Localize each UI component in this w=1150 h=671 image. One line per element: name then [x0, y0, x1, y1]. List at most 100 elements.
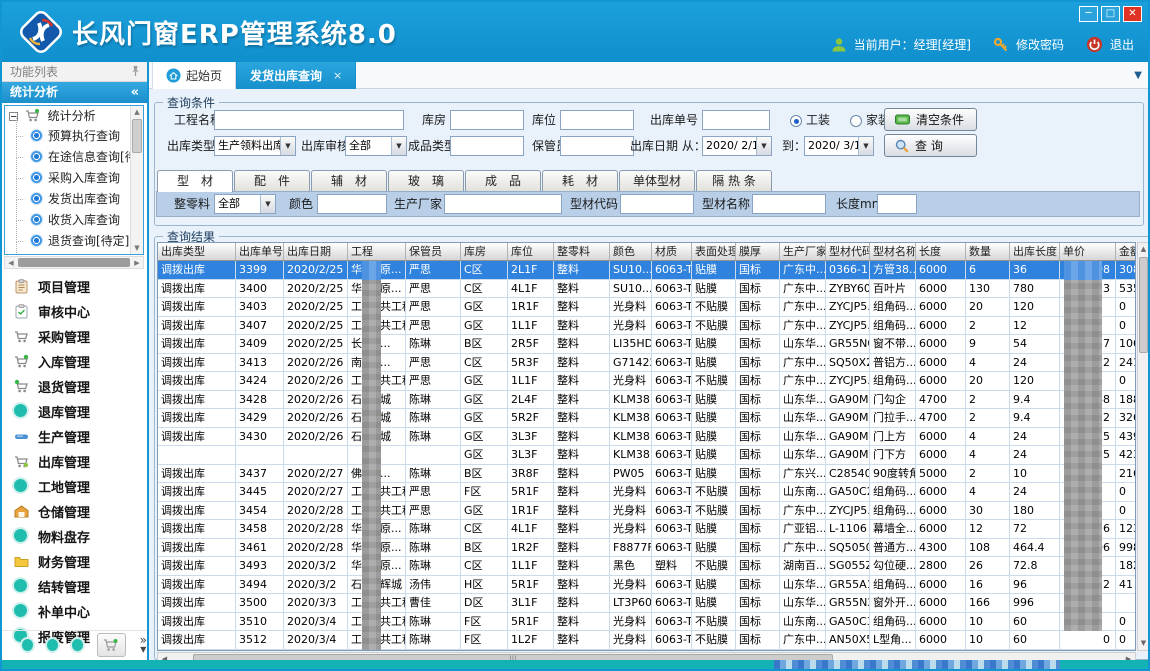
- column-header[interactable]: 膜厚: [736, 243, 780, 260]
- material-tab[interactable]: 成 品: [465, 170, 541, 191]
- column-header[interactable]: 型材代码: [826, 243, 870, 260]
- grid-vertical-scrollbar[interactable]: ▲ ▼: [1137, 242, 1148, 651]
- tree-item[interactable]: 预算执行查询: [5, 126, 143, 147]
- column-header[interactable]: 颜色: [610, 243, 652, 260]
- column-header[interactable]: 保管员: [406, 243, 461, 260]
- tab-shipping-outbound-query[interactable]: 发货出库查询 ×: [236, 62, 356, 89]
- tree-item[interactable]: 退货查询[待定]: [5, 231, 143, 252]
- column-header[interactable]: 出库类型: [158, 243, 236, 260]
- column-header[interactable]: 金额: [1116, 243, 1136, 260]
- tree-item[interactable]: 采购入库查询: [5, 168, 143, 189]
- tree-item[interactable]: 退库管理[待定]: [5, 252, 143, 255]
- cart-shortcut-button[interactable]: [97, 633, 126, 657]
- column-header[interactable]: 出库长度: [1010, 243, 1060, 260]
- sidebar-module-结转管理[interactable]: 结转管理: [2, 574, 147, 599]
- close-button[interactable]: ✕: [1123, 6, 1142, 22]
- table-row[interactable]: 调拨出库34582020/2/28华原...陈琳C区4L1F整料光身料6063-…: [158, 520, 1136, 539]
- sidebar-module-工地管理[interactable]: 工地管理: [2, 474, 147, 499]
- tab-home[interactable]: 起始页: [152, 62, 236, 89]
- sidebar-module-财务管理[interactable]: 财务管理: [2, 549, 147, 574]
- column-header[interactable]: 材质: [652, 243, 692, 260]
- material-tab[interactable]: 辅 材: [311, 170, 387, 191]
- radio-icon[interactable]: [850, 115, 862, 127]
- table-row[interactable]: 调拨出库34002020/2/25华原...严思C区4L1F整料SU10...6…: [158, 280, 1136, 299]
- minimize-button[interactable]: ─: [1079, 6, 1098, 22]
- material-tab[interactable]: 型 材: [157, 170, 233, 192]
- table-row[interactable]: 调拨出库34132020/2/26南...严思C区5R3F整料G71422606…: [158, 354, 1136, 373]
- module-dot-button[interactable]: [72, 639, 83, 651]
- radio-selected-icon[interactable]: [790, 115, 802, 127]
- table-row[interactable]: 调拨出库34932020/3/2华原...陈琳C区1L1F整料黑色塑料不贴膜国标…: [158, 557, 1136, 576]
- scroll-right-icon[interactable]: ▶: [131, 259, 143, 267]
- search-button[interactable]: 查 询: [884, 134, 977, 157]
- material-tab[interactable]: 耗 材: [542, 170, 618, 191]
- column-header[interactable]: 库房: [461, 243, 508, 260]
- table-row[interactable]: 调拨出库33992020/2/25华原...严思C区2L1F整料SU10...6…: [158, 261, 1136, 280]
- table-row[interactable]: G区3L3F整料KLM38176063-T5贴膜国标山东华...GA90M09.…: [158, 446, 1136, 465]
- module-dot-button[interactable]: [22, 639, 33, 651]
- sidebar-module-采购管理[interactable]: 采购管理: [2, 324, 147, 349]
- material-tab[interactable]: 配 件: [234, 170, 310, 191]
- part-select[interactable]: 全部▼: [214, 194, 276, 214]
- table-row[interactable]: 调拨出库34302020/2/26石城陈琳G区3L3F整料KLM38176063…: [158, 428, 1136, 447]
- sidebar-module-补单中心[interactable]: 补单中心: [2, 599, 147, 624]
- column-header[interactable]: 长度: [916, 243, 966, 260]
- maximize-button[interactable]: □: [1101, 6, 1120, 22]
- sidebar-module-入库管理[interactable]: 入库管理: [2, 349, 147, 374]
- table-row[interactable]: 调拨出库34542020/2/28工共工程严思G区1R1F整料光身料6063-T…: [158, 502, 1136, 521]
- outbound-type-select[interactable]: 生产领料出库▼: [214, 136, 296, 156]
- tree-item[interactable]: 收货入库查询: [5, 210, 143, 231]
- sidebar-module-审核中心[interactable]: 审核中心: [2, 299, 147, 324]
- column-header[interactable]: 生产厂家: [780, 243, 826, 260]
- tree-root-statistics[interactable]: 统计分析: [5, 106, 143, 126]
- manufacturer-input[interactable]: [444, 194, 562, 214]
- profile-code-input[interactable]: [620, 194, 694, 214]
- order-no-input[interactable]: [702, 110, 770, 130]
- sidebar-module-生产管理[interactable]: 生产管理: [2, 424, 147, 449]
- scroll-down-icon[interactable]: ▼: [131, 242, 143, 254]
- project-name-input[interactable]: [214, 110, 404, 130]
- material-tab[interactable]: 隔 热 条: [696, 170, 772, 191]
- table-row[interactable]: 调拨出库34612020/2/28华原...陈琳B区1R2F整料F8877FT6…: [158, 539, 1136, 558]
- material-tab[interactable]: 玻 璃: [388, 170, 464, 191]
- product-type-input[interactable]: [450, 136, 524, 156]
- scrollbar-thumb[interactable]: [1139, 257, 1148, 353]
- sidebar-module-仓储管理[interactable]: 仓储管理: [2, 499, 147, 524]
- table-row[interactable]: 调拨出库34372020/2/27佛...陈琳B区3R8F整料PW056063-…: [158, 465, 1136, 484]
- column-header[interactable]: 单价: [1060, 243, 1116, 260]
- table-row[interactable]: 调拨出库35002020/3/3工共工程曹佳D区3L1F整料LT3P606063…: [158, 594, 1136, 613]
- sidebar-module-退库管理[interactable]: 退库管理: [2, 399, 147, 424]
- change-password-link[interactable]: 修改密码: [1016, 36, 1064, 53]
- table-row[interactable]: 调拨出库34092020/2/25长...陈琳B区2R5F整料LI35HD606…: [158, 335, 1136, 354]
- tree-horizontal-scrollbar[interactable]: ◀ ▶: [4, 256, 144, 269]
- statistics-group-header[interactable]: 统计分析 «: [2, 82, 147, 103]
- tab-overflow-icon[interactable]: ▼: [1134, 70, 1142, 81]
- tree-item[interactable]: 发货出库查询: [5, 189, 143, 210]
- sidebar-module-出库管理[interactable]: 出库管理: [2, 449, 147, 474]
- table-row[interactable]: 调拨出库34452020/2/27工共工程严思F区5R1F整料光身料6063-T…: [158, 483, 1136, 502]
- logout-link[interactable]: 退出: [1110, 36, 1134, 53]
- table-row[interactable]: 调拨出库34292020/2/26石城陈琳G区5R2F整料KLM38176063…: [158, 409, 1136, 428]
- pin-icon[interactable]: [130, 65, 141, 77]
- column-header[interactable]: 工程: [348, 243, 406, 260]
- scroll-left-icon[interactable]: ◀: [5, 259, 17, 267]
- column-header[interactable]: 库位: [508, 243, 554, 260]
- keeper-input[interactable]: [560, 136, 634, 156]
- sidebar-module-物料盘存[interactable]: 物料盘存: [2, 524, 147, 549]
- module-dot-button[interactable]: [47, 639, 58, 651]
- collapse-icon[interactable]: «: [131, 82, 139, 103]
- date-from-picker[interactable]: 2020/ 2/16▼: [702, 136, 772, 156]
- warehouse-input[interactable]: [450, 110, 524, 130]
- table-row[interactable]: 调拨出库34942020/3/2石辉城汤伟H区5R1F整料光身料6063-T5贴…: [158, 576, 1136, 595]
- scrollbar-thumb[interactable]: [132, 119, 142, 153]
- column-header[interactable]: 数量: [966, 243, 1010, 260]
- radio-gongzhuang[interactable]: 工装: [790, 110, 830, 131]
- length-input[interactable]: [877, 194, 917, 214]
- table-row[interactable]: 调拨出库34242020/2/26工共工程严思G区1L1F整料光身料6063-T…: [158, 372, 1136, 391]
- column-header[interactable]: 整零料: [554, 243, 610, 260]
- table-row[interactable]: 调拨出库34282020/2/26石城陈琳G区2L4F整料KLM38176063…: [158, 391, 1136, 410]
- table-row[interactable]: 调拨出库35122020/3/4工共工程陈琳F区1L2F整料光身料6063-T5…: [158, 631, 1136, 650]
- column-header[interactable]: 出库日期: [284, 243, 348, 260]
- scroll-down-icon[interactable]: ▼: [1138, 637, 1148, 650]
- outbound-audit-select[interactable]: 全部▼: [345, 136, 407, 156]
